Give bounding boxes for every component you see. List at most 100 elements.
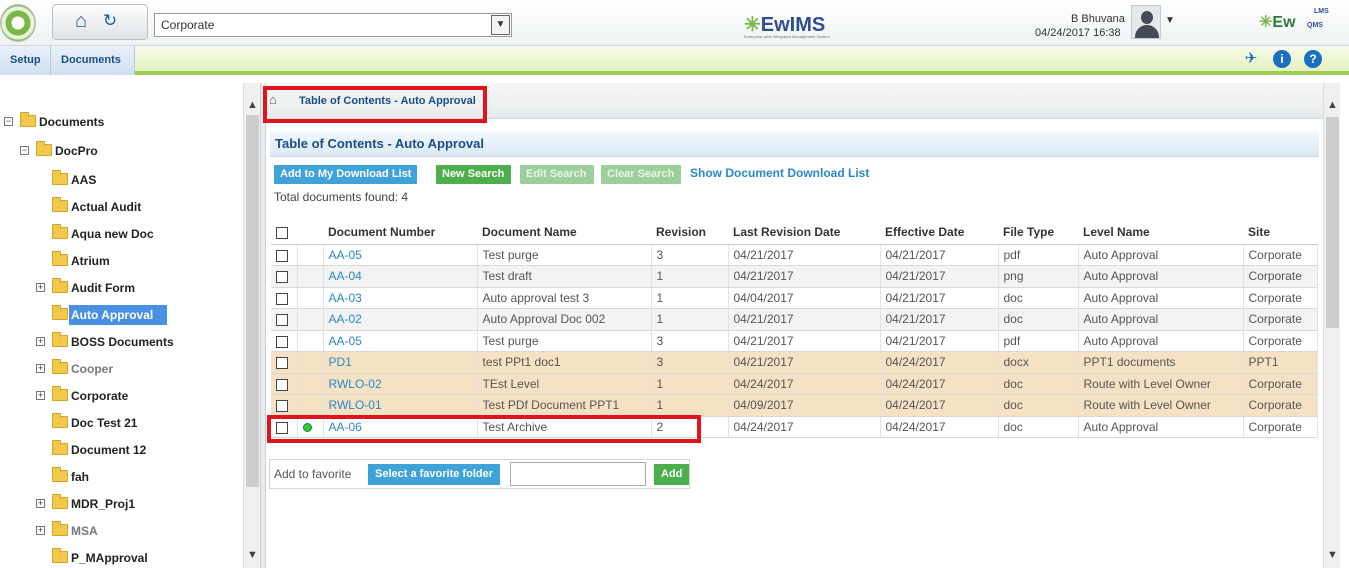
site-select[interactable]: Corporate ▼ [154,13,512,37]
expand-icon[interactable]: + [36,499,45,508]
caret-down-icon[interactable]: ▼ [1165,15,1175,26]
content-scrollbar[interactable]: ▲ ▼ [1323,83,1340,568]
breadcrumb-current[interactable]: Table of Contents - Auto Approval [299,95,476,107]
document-number-link[interactable]: AA-02 [323,308,478,331]
table-row[interactable]: RWLO-01 Test PDf Document PPT1 1 04/09/2017… [271,394,1318,417]
expand-icon[interactable]: + [36,526,45,535]
row-checkbox[interactable] [276,314,288,327]
document-number-link[interactable]: AA-04 [323,265,478,288]
add-to-download-list-button[interactable]: Add to My Download List [274,165,417,184]
document-number-link[interactable]: AA-03 [323,287,478,309]
folder-icon [52,197,68,212]
cell-level: Auto Approval [1078,330,1244,352]
expand-icon[interactable]: + [36,364,45,373]
row-checkbox[interactable] [276,249,288,262]
row-checkbox[interactable] [276,400,288,413]
column-header[interactable]: Revision [651,220,728,245]
tree-label: BOSS Documents [71,335,174,349]
cell-site: Corporate [1243,394,1318,417]
expand-icon[interactable]: + [36,283,45,292]
collapse-icon[interactable]: − [20,146,29,155]
new-search-button[interactable]: New Search [436,165,511,184]
table-row[interactable]: AA-05 Test purge 3 04/21/2017 04/21/2017 pdf A… [271,330,1318,352]
document-number-link[interactable]: AA-05 [323,244,478,266]
folder-icon [52,332,68,347]
expand-icon[interactable]: + [36,337,45,346]
row-checkbox[interactable] [276,378,288,391]
table-row[interactable]: AA-02 Auto Approval Doc 002 1 04/21/2017 04/… [271,308,1318,331]
document-number-link[interactable]: RWLO-01 [323,394,478,417]
table-row[interactable]: PD1 test PPt1 doc1 3 04/21/2017 04/24/2017 do… [271,351,1318,374]
scroll-down-icon[interactable]: ▼ [244,547,261,563]
cell-level: Route with Level Owner [1078,373,1244,395]
column-header[interactable]: Document Name [477,220,651,245]
document-number-link[interactable]: AA-06 [323,416,478,438]
table-row[interactable]: AA-04 Test draft 1 04/21/2017 04/21/2017 png A… [271,265,1318,288]
menu-setup[interactable]: Setup [0,46,51,75]
column-header[interactable]: Level Name [1078,220,1243,245]
tree-label: Auto Approval [69,305,168,325]
tree-scroll-thumb[interactable] [246,115,259,487]
cell-type: docx [998,351,1079,374]
collapse-icon[interactable]: − [4,117,13,126]
favorite-folder-input[interactable] [510,462,646,486]
scroll-up-icon[interactable]: ▲ [244,97,261,113]
cell-site: Corporate [1243,244,1318,266]
column-header[interactable]: Site [1243,220,1317,245]
content-scroll-thumb[interactable] [1326,117,1339,328]
cell-level: Auto Approval [1078,308,1244,331]
column-header[interactable]: Effective Date [880,220,998,245]
cell-type: pdf [998,330,1079,352]
cell-eff: 04/21/2017 [880,308,999,331]
avatar[interactable] [1131,5,1161,39]
row-select-cell [271,244,298,266]
table-row[interactable]: AA-03 Auto approval test 3 1 04/04/2017 04/2… [271,287,1318,309]
chevron-down-icon[interactable]: ▼ [491,15,510,35]
table-row[interactable]: AA-06 Test Archive 2 04/24/2017 04/24/2017 do… [271,416,1318,438]
add-favorite-button[interactable]: Add [654,464,690,485]
cell-last: 04/24/2017 [728,373,881,395]
help-icon[interactable]: ? [1304,50,1322,68]
document-number-link[interactable]: RWLO-02 [323,373,478,395]
column-header[interactable]: Last Revision Date [728,220,880,245]
edit-search-button[interactable]: Edit Search [520,165,594,184]
cell-name: TEst Level [477,373,652,395]
show-download-list-link[interactable]: Show Document Download List [690,166,869,180]
tree-label: Aqua new Doc [71,227,154,241]
pin-icon[interactable]: ✈ [1242,50,1260,68]
user-name: B Bhuvana [1071,13,1125,25]
app-logo[interactable] [0,4,36,42]
scroll-down-icon[interactable]: ▼ [1324,547,1341,563]
clear-search-button[interactable]: Clear Search [601,165,681,184]
refresh-icon[interactable]: ↻ [99,10,121,32]
table-row[interactable]: AA-05 Test purge 3 04/21/2017 04/21/2017 pdf A… [271,244,1318,266]
tree-label: AAS [71,173,97,187]
info-icon[interactable]: i [1273,50,1291,68]
menu-documents[interactable]: Documents [51,46,135,75]
select-favorite-folder-button[interactable]: Select a favorite folder [368,464,500,485]
expand-icon[interactable]: + [36,391,45,400]
cell-rev: 1 [651,265,729,288]
row-checkbox[interactable] [276,335,288,348]
tree-label: MSA [71,524,98,538]
row-checkbox[interactable] [276,292,288,305]
table-row[interactable]: RWLO-02 TEst Level 1 04/24/2017 04/24/2017 do… [271,373,1318,395]
row-checkbox[interactable] [276,271,288,284]
cell-site: PPT1 [1243,351,1318,374]
column-header[interactable]: File Type [998,220,1078,245]
cell-type: doc [998,394,1079,417]
document-number-link[interactable]: AA-05 [323,330,478,352]
cell-name: Test purge [477,244,652,266]
row-checkbox[interactable] [276,421,288,434]
home-icon[interactable]: ⌂ [269,93,283,106]
row-checkbox[interactable] [276,357,288,370]
column-header[interactable]: Document Number [323,220,477,245]
document-number-link[interactable]: PD1 [323,351,478,374]
select-all-checkbox[interactable] [276,226,288,239]
home-icon[interactable]: ⌂ [70,10,92,32]
scroll-up-icon[interactable]: ▲ [1324,97,1341,113]
tree-scrollbar[interactable]: ▲ ▼ [243,83,260,568]
row-select-cell [271,373,298,395]
favorite-bar: Add to favorite Select a favorite folder… [269,459,690,489]
total-documents: Total documents found: 4 [274,190,409,204]
